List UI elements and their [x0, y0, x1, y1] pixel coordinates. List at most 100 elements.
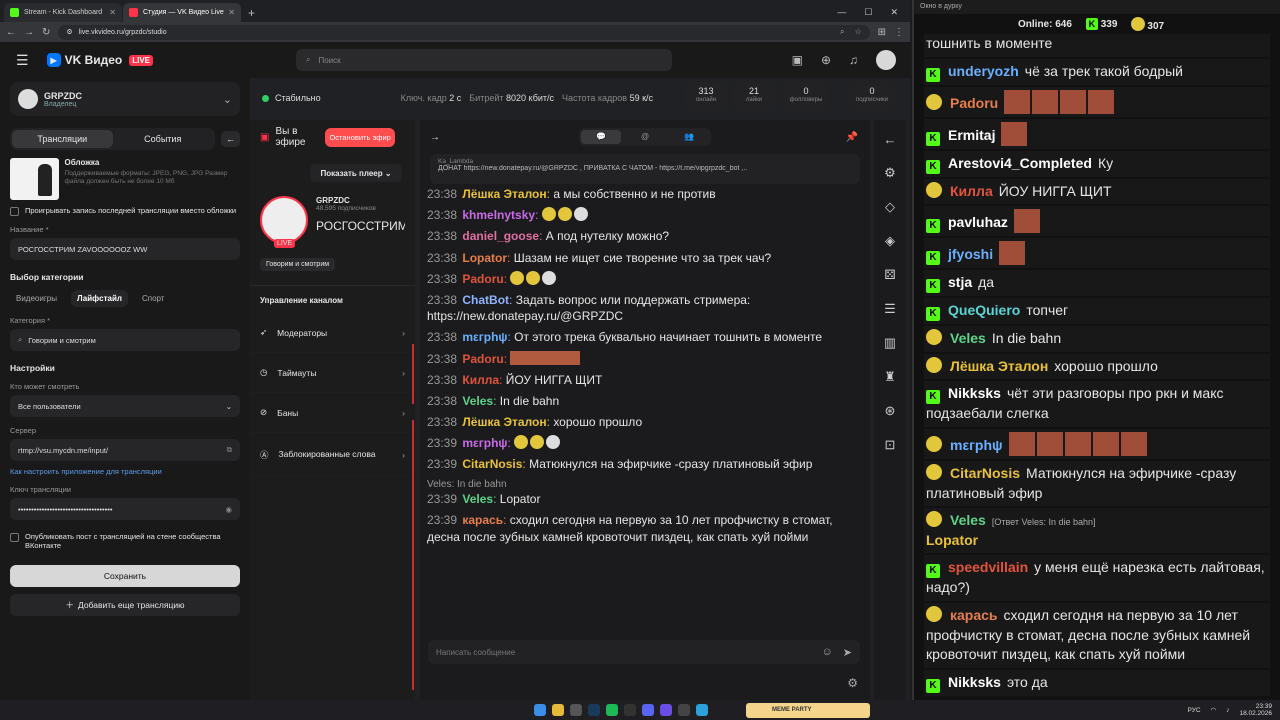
- gear-icon[interactable]: ⚙: [884, 165, 896, 181]
- avatar[interactable]: [876, 50, 896, 70]
- add-stream-button[interactable]: ＋ Добавить еще трансляцию: [10, 593, 240, 616]
- meme-party-widget[interactable]: MEME PARTY: [746, 702, 870, 718]
- category-pill[interactable]: Говорим и смотрим: [260, 258, 336, 271]
- hamburger-icon[interactable]: ☰: [16, 52, 29, 69]
- gem-icon[interactable]: ◈: [885, 233, 895, 249]
- vk-logo[interactable]: ▶ VK Видео LIVE: [46, 53, 154, 67]
- tab-games[interactable]: Видеоигры: [10, 290, 63, 307]
- cover-image[interactable]: [10, 158, 59, 200]
- send-icon[interactable]: ➤: [843, 646, 852, 659]
- app-icon[interactable]: [660, 704, 672, 716]
- back-icon[interactable]: ←: [6, 27, 16, 38]
- broadcast-icon[interactable]: ▣: [792, 53, 803, 67]
- steam-icon[interactable]: [588, 704, 600, 716]
- chart-icon[interactable]: ▥: [884, 335, 896, 351]
- tab-chat[interactable]: 💬: [581, 130, 621, 144]
- message-input[interactable]: Написать сообщение ☺ ➤: [428, 640, 860, 664]
- media-icon[interactable]: ⊡: [885, 437, 896, 453]
- username[interactable]: Lopator: [462, 251, 507, 265]
- channel-selector[interactable]: GRPZDC Владелец ⌄: [10, 82, 240, 116]
- menu-icon[interactable]: ⋮: [894, 27, 904, 38]
- tab-lifestyle[interactable]: Лайфстайл: [70, 290, 128, 307]
- tab-users[interactable]: 👥: [669, 130, 709, 144]
- url-field[interactable]: ⚙ live.vkvideo.ru/grpzdc/studio ⌕ ☆: [58, 24, 870, 40]
- list-icon[interactable]: ☰: [884, 301, 896, 317]
- obs-icon[interactable]: [570, 704, 582, 716]
- menu-blocked-words[interactable]: Ⓐ Заблокированные слова ›: [250, 433, 415, 477]
- clock[interactable]: 23:39 18.02.2026: [1239, 703, 1272, 717]
- settings-icon[interactable]: ⚙: [847, 676, 858, 690]
- tab-broadcasts[interactable]: Трансляции: [12, 130, 113, 148]
- emoji-icon[interactable]: ☺: [822, 646, 833, 658]
- close-icon[interactable]: ✕: [228, 8, 235, 17]
- save-button[interactable]: Сохранить: [10, 564, 240, 587]
- gamepad-icon[interactable]: ⊛: [885, 403, 896, 419]
- diamond-icon[interactable]: ◇: [885, 199, 895, 215]
- expand-icon[interactable]: →: [430, 132, 440, 143]
- tab-mentions[interactable]: @: [625, 130, 665, 144]
- tab-kick[interactable]: Stream - Kick Dashboard ✕: [4, 3, 122, 22]
- start-icon[interactable]: [534, 704, 546, 716]
- zoom-icon[interactable]: ⌕: [840, 27, 844, 37]
- show-player-button[interactable]: Показать плеер ⌄: [310, 164, 402, 182]
- close-window-icon[interactable]: ✕: [890, 7, 898, 18]
- bookmark-icon[interactable]: ☆: [854, 27, 861, 37]
- trophy-icon[interactable]: ♜: [884, 369, 896, 385]
- discord-icon[interactable]: [642, 704, 654, 716]
- publish-checkbox[interactable]: Опубликовать пост с трансляцией на стене…: [10, 532, 240, 551]
- reload-icon[interactable]: ↻: [42, 27, 50, 38]
- chrome-icon[interactable]: [552, 704, 564, 716]
- close-icon[interactable]: ✕: [109, 8, 116, 17]
- spotify-icon[interactable]: [606, 704, 618, 716]
- dice-icon[interactable]: ⚄: [884, 267, 895, 283]
- new-tab-button[interactable]: +: [248, 6, 255, 20]
- username[interactable]: карась: [462, 513, 503, 527]
- notifications-icon[interactable]: ♫: [849, 53, 858, 67]
- username[interactable]: Padoru: [462, 272, 503, 286]
- username[interactable]: daniel_goose: [462, 229, 539, 243]
- visibility-select[interactable]: Все пользователи ⌄: [10, 395, 240, 417]
- maximize-icon[interactable]: ☐: [864, 7, 872, 18]
- username[interactable]: Лёшка Эталон: [462, 187, 546, 201]
- replay-checkbox[interactable]: Проигрывать запись последней трансляции …: [10, 206, 240, 216]
- volume-icon[interactable]: ♪: [1226, 707, 1229, 714]
- add-icon[interactable]: ⊕: [821, 53, 831, 67]
- username[interactable]: Padoru: [462, 352, 503, 366]
- telegram-icon[interactable]: [696, 704, 708, 716]
- stop-stream-button[interactable]: Остановить эфир: [325, 127, 395, 147]
- collapse-icon[interactable]: ←: [221, 131, 240, 147]
- search-input[interactable]: ⌕ Поиск: [296, 49, 672, 71]
- wifi-icon[interactable]: ◠: [1211, 706, 1217, 714]
- menu-moderators[interactable]: ➶ Модераторы ›: [250, 313, 415, 353]
- username[interactable]: mεгрhψ: [462, 436, 507, 450]
- app-icon[interactable]: [678, 704, 690, 716]
- username[interactable]: ChatBot: [462, 293, 509, 307]
- extensions-icon[interactable]: ⊞: [878, 27, 886, 38]
- username[interactable]: Veles: [462, 492, 493, 506]
- app-icon[interactable]: [624, 704, 636, 716]
- username[interactable]: Лёшка Эталон: [462, 415, 546, 429]
- username[interactable]: khmelnytsky: [462, 208, 535, 222]
- minimize-icon[interactable]: —: [837, 7, 846, 18]
- username[interactable]: CitarNosis: [462, 457, 522, 471]
- username[interactable]: mεгрhψ: [462, 330, 507, 344]
- category-field[interactable]: ⌕ Говорим и смотрим: [10, 329, 240, 351]
- tab-events[interactable]: События: [113, 130, 214, 148]
- username[interactable]: Килла: [462, 373, 499, 387]
- server-field[interactable]: rtmp://vsu.mycdn.me/input/⧉: [10, 439, 240, 461]
- tab-vk-studio[interactable]: Студия — VK Видео Live ✕: [123, 3, 241, 22]
- stream-key-field[interactable]: •••••••••••••••••••••••••••••••••••• ◉: [10, 498, 240, 520]
- howto-link[interactable]: Как настроить приложение для трансляции: [10, 467, 240, 476]
- forward-icon[interactable]: →: [24, 27, 34, 38]
- username[interactable]: Veles: [462, 394, 493, 408]
- eye-icon[interactable]: ◉: [225, 505, 232, 514]
- copy-icon[interactable]: ⧉: [227, 445, 232, 455]
- menu-timeouts[interactable]: ◷ Таймауты ›: [250, 353, 415, 393]
- menu-bans[interactable]: ⊘ Баны ›: [250, 393, 415, 433]
- collapse-icon[interactable]: ←: [884, 132, 897, 147]
- tab-sport[interactable]: Спорт: [136, 290, 171, 307]
- site-info-icon[interactable]: ⚙: [66, 28, 72, 36]
- lang-indicator[interactable]: РУС: [1188, 707, 1201, 714]
- stream-title-field[interactable]: РОСГОССТРИМ ZAVOOOOOOZ WW: [10, 238, 240, 260]
- pin-icon[interactable]: 📌: [846, 132, 858, 143]
